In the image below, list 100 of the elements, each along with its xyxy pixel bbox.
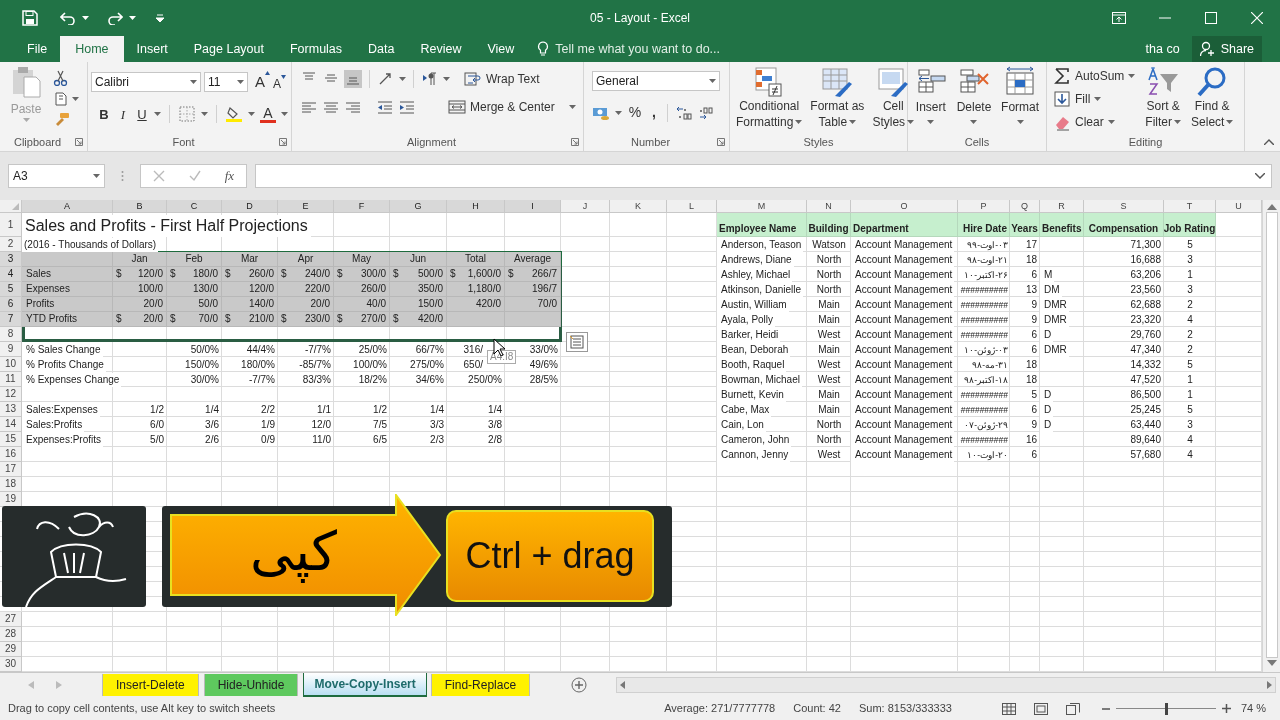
- scissors-icon[interactable]: [52, 70, 70, 86]
- row-header[interactable]: 12: [0, 387, 22, 402]
- ribbon-button[interactable]: Format as Table: [808, 66, 867, 135]
- column-header[interactable]: M: [717, 200, 807, 213]
- column-header[interactable]: R: [1040, 200, 1084, 213]
- ribbon-button[interactable]: Delete: [956, 66, 992, 135]
- column-header[interactable]: S: [1084, 200, 1164, 213]
- paragraph-direction-icon[interactable]: [421, 71, 439, 87]
- caret-icon[interactable]: [281, 112, 288, 117]
- wrap-text-icon[interactable]: [464, 71, 482, 87]
- number-format-field[interactable]: General: [592, 71, 720, 91]
- column-header[interactable]: H: [447, 200, 505, 213]
- row-header[interactable]: 15: [0, 432, 22, 447]
- ribbon-button[interactable]: Format: [1001, 66, 1040, 135]
- ribbon-tab[interactable]: Formulas: [276, 36, 356, 62]
- caret-icon[interactable]: [399, 77, 406, 81]
- font-size-field[interactable]: 11: [204, 72, 248, 93]
- row-header[interactable]: 17: [0, 462, 22, 477]
- dialog-launcher-icon[interactable]: [717, 138, 725, 146]
- row-header[interactable]: 29: [0, 642, 22, 657]
- name-box[interactable]: A3: [8, 164, 105, 188]
- row-header[interactable]: 10: [0, 357, 22, 372]
- caret-icon[interactable]: [849, 120, 857, 124]
- column-header[interactable]: N: [807, 200, 851, 213]
- sort-filter-icon[interactable]: [1147, 66, 1180, 98]
- format-cells-icon[interactable]: [1004, 66, 1037, 98]
- decrease-decimal-icon[interactable]: [698, 104, 716, 121]
- page-layout-view-icon[interactable]: [1033, 702, 1048, 715]
- column-header[interactable]: B: [113, 200, 167, 213]
- caret-icon[interactable]: [615, 110, 622, 115]
- row-header[interactable]: 11: [0, 372, 22, 387]
- caret-icon[interactable]: [237, 80, 244, 85]
- shrink-font-button[interactable]: A: [273, 71, 287, 93]
- column-header[interactable]: O: [851, 200, 958, 213]
- normal-view-icon[interactable]: [1001, 702, 1016, 715]
- column-header[interactable]: K: [610, 200, 667, 213]
- merge-cells-icon[interactable]: [448, 99, 466, 115]
- row-header[interactable]: 3: [0, 252, 22, 267]
- autosum-button[interactable]: AutoSum: [1053, 66, 1136, 86]
- ribbon-button[interactable]: Find & Select: [1191, 66, 1234, 135]
- row-header[interactable]: 4: [0, 267, 22, 282]
- dialog-launcher-icon[interactable]: [571, 138, 579, 146]
- zoom-slider[interactable]: [1115, 702, 1216, 715]
- row-header[interactable]: 1: [0, 213, 22, 237]
- maximize-icon[interactable]: [1205, 11, 1217, 24]
- check-icon[interactable]: [188, 170, 201, 182]
- column-header[interactable]: J: [561, 200, 610, 213]
- quick-analysis-icon[interactable]: [566, 332, 588, 352]
- row-header[interactable]: 9: [0, 342, 22, 357]
- search-field[interactable]: Tell me what you want to do...: [555, 39, 766, 59]
- scroll-down-icon[interactable]: [1266, 660, 1277, 666]
- sheet-tab[interactable]: Move-Copy-Insert: [303, 673, 427, 697]
- collapse-ribbon-icon[interactable]: [1264, 139, 1274, 145]
- format-table-icon[interactable]: [821, 66, 854, 98]
- caret-icon[interactable]: [795, 120, 803, 124]
- ribbon-button[interactable]: Cell Styles: [870, 66, 917, 135]
- row-header[interactable]: 13: [0, 402, 22, 417]
- scroll-up-icon[interactable]: [1266, 204, 1277, 210]
- column-header[interactable]: D: [222, 200, 278, 213]
- column-header[interactable]: T: [1164, 200, 1216, 213]
- ribbon-button[interactable]: Sort & Filter: [1145, 66, 1182, 135]
- font-color-button[interactable]: A: [260, 105, 276, 123]
- clear-button[interactable]: Clear: [1053, 112, 1136, 132]
- ribbon-tab[interactable]: Data: [355, 36, 408, 62]
- caret-icon[interactable]: [93, 174, 100, 178]
- zoom-in-icon[interactable]: [1221, 704, 1231, 713]
- caret-icon[interactable]: [709, 79, 716, 83]
- column-header[interactable]: I: [505, 200, 561, 213]
- grow-font-button[interactable]: A: [251, 71, 270, 94]
- caret-icon[interactable]: [443, 77, 450, 81]
- sigma-icon[interactable]: [1053, 67, 1071, 85]
- share-button[interactable]: Share: [1191, 36, 1262, 62]
- underline-button[interactable]: U: [135, 104, 149, 124]
- person-add-icon[interactable]: [1199, 41, 1216, 57]
- caret-icon[interactable]: [568, 105, 576, 109]
- column-header[interactable]: F: [334, 200, 390, 213]
- row-header[interactable]: 8: [0, 327, 22, 342]
- zoom-level[interactable]: 74 %: [1240, 700, 1266, 717]
- fill-down-icon[interactable]: [1053, 90, 1071, 108]
- column-header[interactable]: A: [22, 200, 113, 213]
- comma-button[interactable]: ,: [648, 102, 660, 123]
- row-header[interactable]: 18: [0, 477, 22, 492]
- row-header[interactable]: 16: [0, 447, 22, 462]
- zoom-out-icon[interactable]: [1101, 707, 1110, 710]
- decrease-indent-icon[interactable]: [376, 99, 394, 115]
- customize-toolbar-icon[interactable]: [156, 13, 164, 22]
- column-header[interactable]: Q: [1010, 200, 1040, 213]
- italic-button[interactable]: I: [116, 104, 130, 124]
- ribbon-tab[interactable]: Review: [407, 36, 475, 62]
- scroll-left-icon[interactable]: [620, 681, 625, 689]
- bold-button[interactable]: B: [97, 104, 111, 124]
- row-header[interactable]: 28: [0, 627, 22, 642]
- caret-icon[interactable]: [1107, 120, 1115, 124]
- ribbon-tab[interactable]: Page Layout: [180, 36, 277, 62]
- ribbon-display-icon[interactable]: [1112, 11, 1126, 24]
- ribbon-tab[interactable]: Insert: [123, 36, 181, 62]
- caret-icon[interactable]: [907, 120, 915, 124]
- ribbon-tab[interactable]: File: [14, 36, 61, 62]
- add-sheet-icon[interactable]: [571, 677, 588, 693]
- undo-icon[interactable]: [60, 10, 76, 25]
